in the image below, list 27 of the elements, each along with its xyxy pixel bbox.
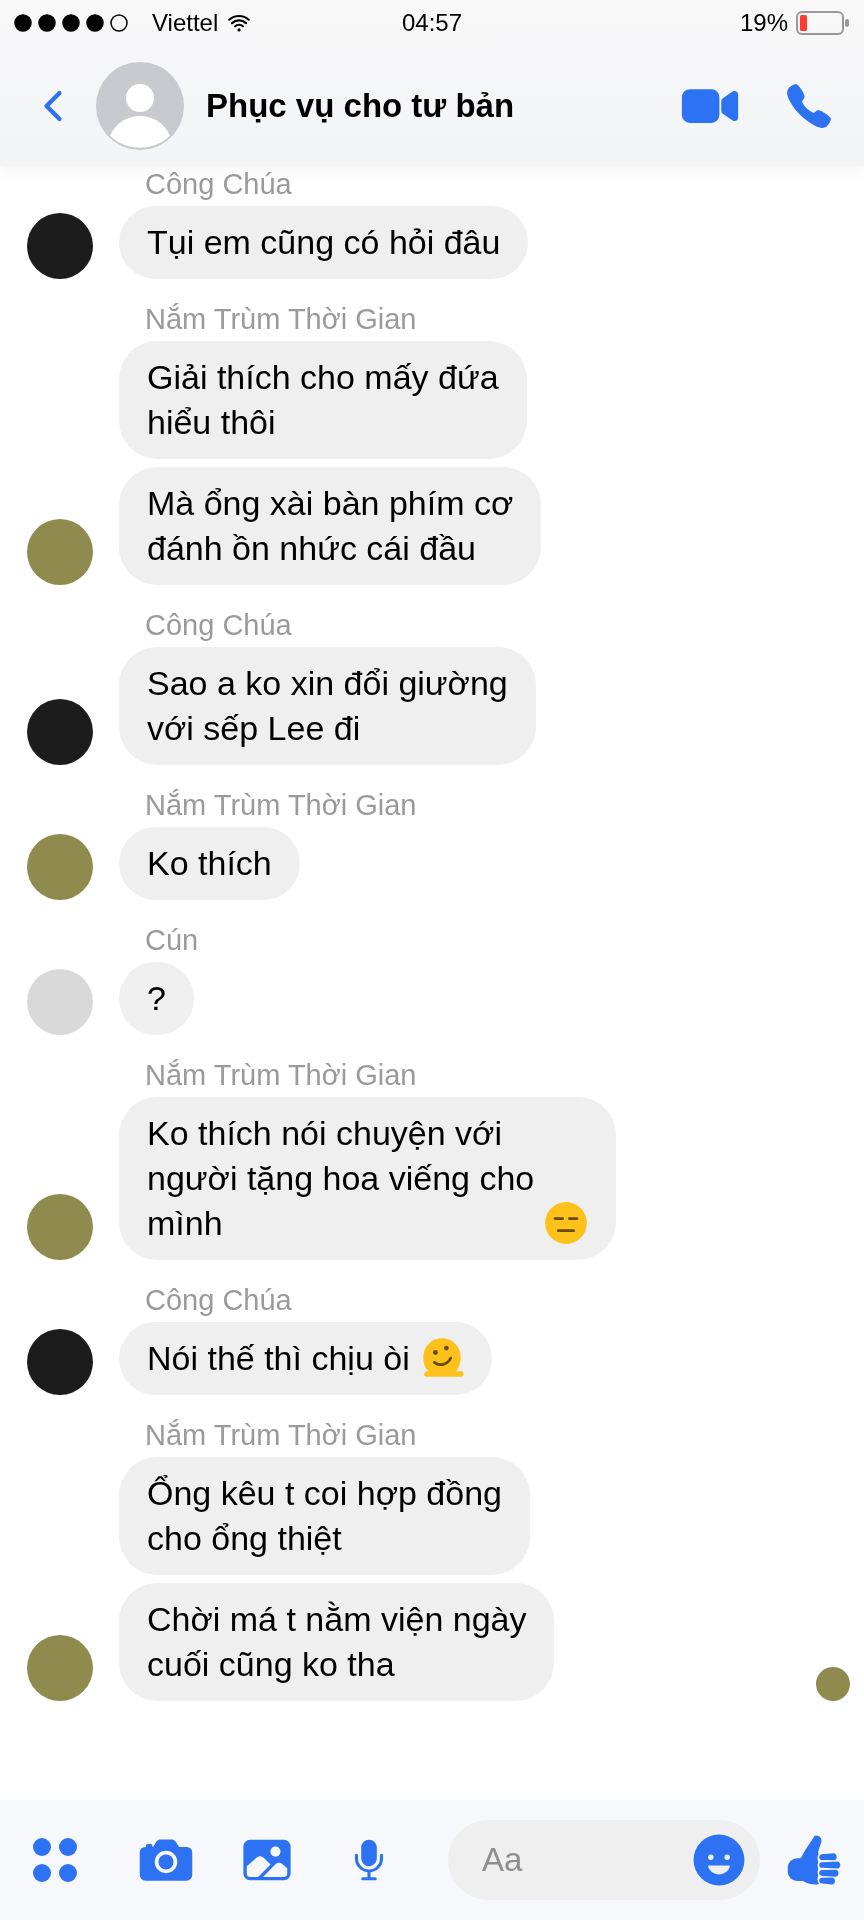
- sender-name: Cún: [145, 923, 199, 958]
- sender-name: Nắm Trùm Thời Gian: [145, 788, 417, 823]
- apps-icon[interactable]: [32, 1837, 78, 1883]
- message-text: Ổng kêu t coi hợp đồng cho ổng thiệt: [147, 1473, 502, 1559]
- sender-name: Nắm Trùm Thời Gian: [145, 1418, 417, 1453]
- sender-name: Công Chúa: [145, 1283, 292, 1318]
- message-text: ?: [147, 978, 166, 1019]
- message-text: Chời má t nằm viện ngày cuối cũng ko tha: [147, 1599, 527, 1685]
- battery-percent: 19%: [739, 9, 788, 37]
- message-text: Nói thế thì chịu òi: [147, 1338, 410, 1379]
- clock: 04:57: [401, 9, 463, 37]
- battery-icon: [796, 11, 850, 35]
- message-text: Ko thích nói chuyện với người tặng hoa viếng cho mình: [147, 1113, 535, 1244]
- message-input-field[interactable]: Aa: [448, 1820, 760, 1900]
- message-text: Tụi em cũng có hỏi đâu: [147, 222, 501, 263]
- sender-name: Nắm Trùm Thời Gian: [145, 1058, 417, 1093]
- sender-name: Công Chúa: [145, 167, 292, 202]
- sender-name: Công Chúa: [145, 608, 292, 643]
- phone-icon[interactable]: [784, 81, 834, 131]
- sender-name: Nắm Trùm Thời Gian: [145, 302, 417, 337]
- expressionless-face-icon: [544, 1201, 589, 1245]
- conversation-title: Phục vụ cho tư bản: [206, 87, 516, 125]
- message-text: Giải thích cho mấy đứa hiểu thôi: [147, 357, 499, 443]
- message-text: Mà ổng xài bàn phím cơ đánh ồn nhức cái đầu: [147, 483, 514, 569]
- carrier-name: Viettel: [152, 9, 219, 37]
- message-text: Ko thích: [147, 843, 272, 884]
- message-text: Sao a ko xin đổi giường với sếp Lee đi: [147, 663, 508, 749]
